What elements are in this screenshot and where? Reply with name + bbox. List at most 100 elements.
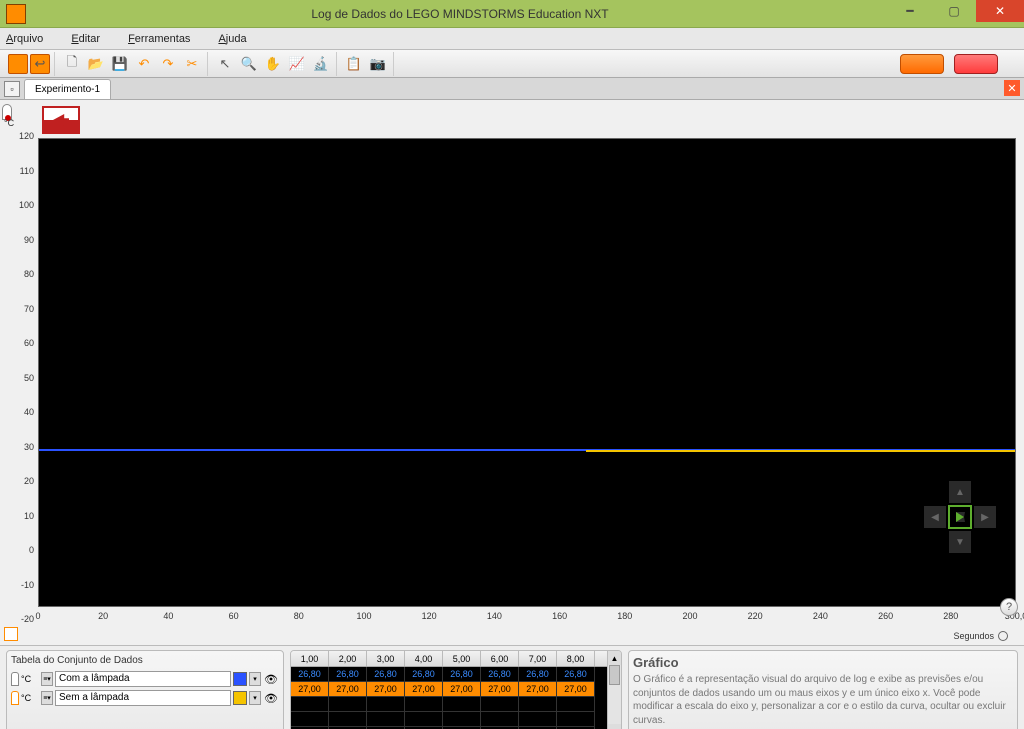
table-cell — [367, 697, 405, 712]
menu-bar: Arquivo Editar Ferramentas Ajuda — [0, 28, 1024, 50]
dataset-color-swatch[interactable] — [233, 672, 247, 686]
dataset-menu-icon[interactable]: ≡▾ — [41, 691, 53, 705]
dataset-visibility-icon[interactable]: 👁 — [263, 691, 279, 705]
table-cell — [443, 712, 481, 727]
table-cell: 27,00 — [557, 682, 595, 697]
chart-export-button[interactable] — [42, 106, 80, 134]
x-tick: 120 — [422, 611, 437, 621]
table-row: 26,8026,8026,8026,8026,8026,8026,8026,80 — [291, 667, 621, 682]
tab-strip: ▫ Experimento-1 ✕ — [0, 78, 1024, 100]
toolbar-collapse-icon[interactable] — [1004, 53, 1020, 75]
thermometer-icon — [11, 691, 19, 705]
lego-mode-button-2[interactable]: ↩ — [30, 54, 50, 74]
tab-experimento-1[interactable]: Experimento-1 — [24, 79, 111, 99]
table-header-cell: 6,00 — [481, 651, 519, 666]
table-row — [291, 712, 621, 727]
scroll-thumb[interactable] — [609, 665, 620, 685]
table-cell — [329, 697, 367, 712]
dataset-name[interactable]: Sem a lâmpada — [55, 690, 231, 706]
x-axis-ticks: 0204060801001201401601802002202402602803… — [38, 611, 1016, 625]
dataset-menu-icon[interactable]: ≡▾ — [41, 672, 53, 686]
table-cell: 26,80 — [367, 667, 405, 682]
menu-tools[interactable]: Ferramentas — [128, 33, 204, 45]
info-text: O Gráfico é a representação visual do ar… — [633, 673, 1013, 727]
scroll-up-icon[interactable]: ▲ — [608, 651, 621, 665]
dataset-visibility-icon[interactable]: 👁 — [263, 672, 279, 686]
clock-icon — [998, 631, 1008, 641]
lego-mode-button[interactable] — [8, 54, 28, 74]
plot-area[interactable]: ▲ ◀ ▶ ▼ — [38, 138, 1016, 607]
table-cell: 26,80 — [291, 667, 329, 682]
nav-down-button[interactable]: ▼ — [948, 530, 972, 554]
tab-menu-button[interactable]: ▫ — [4, 81, 20, 97]
open-file-icon[interactable]: 📂 — [85, 53, 107, 75]
save-file-icon[interactable]: 💾 — [109, 53, 131, 75]
y-tick: 120 — [6, 131, 34, 141]
table-cell — [557, 712, 595, 727]
tab-close-button[interactable]: ✕ — [1004, 80, 1020, 96]
table-cell: 27,00 — [329, 682, 367, 697]
dataset-unit: °C — [21, 693, 39, 703]
dataset-color-swatch[interactable] — [233, 691, 247, 705]
y-tick: 20 — [6, 476, 34, 486]
x-tick: 240 — [813, 611, 828, 621]
table-header-cell: 3,00 — [367, 651, 405, 666]
table-cell — [367, 712, 405, 727]
menu-edit[interactable]: Editar — [71, 33, 114, 45]
table-cell: 26,80 — [557, 667, 595, 682]
table-cell — [291, 697, 329, 712]
y-tick: 60 — [6, 338, 34, 348]
bottom-panels: Tabela do Conjunto de Dados °C≡▾Com a lâ… — [0, 645, 1024, 729]
y-tick: -10 — [6, 580, 34, 590]
dataset-unit: °C — [21, 674, 39, 684]
x-tick: 100 — [356, 611, 371, 621]
table-body: 26,8026,8026,8026,8026,8026,8026,8026,80… — [291, 667, 621, 729]
robot-button[interactable] — [954, 54, 998, 74]
nav-up-button[interactable]: ▲ — [948, 480, 972, 504]
y-tick: 70 — [6, 304, 34, 314]
menu-file[interactable]: Arquivo — [6, 33, 57, 45]
table-cell: 26,80 — [329, 667, 367, 682]
dataset-row: °C≡▾Sem a lâmpada ▾👁 — [11, 689, 279, 707]
table-header-cell: 8,00 — [557, 651, 595, 666]
close-button[interactable]: ✕ — [976, 0, 1024, 22]
redo-icon[interactable]: ↷ — [157, 53, 179, 75]
maximize-button[interactable]: ▢ — [932, 0, 976, 22]
table-cell — [443, 697, 481, 712]
new-file-icon[interactable]: 🗋 — [61, 53, 83, 75]
nav-play-button[interactable] — [948, 505, 972, 529]
scroll-down-icon[interactable]: ▼ — [608, 724, 621, 729]
nav-right-button[interactable]: ▶ — [973, 505, 997, 529]
y-tick: 0 — [6, 545, 34, 555]
table-cell: 27,00 — [367, 682, 405, 697]
table-cell: 26,80 — [443, 667, 481, 682]
cut-icon[interactable]: ✂ — [181, 53, 203, 75]
table-vscroll[interactable]: ▲ ▼ — [607, 651, 621, 729]
y-tick: 100 — [6, 200, 34, 210]
notes-icon[interactable]: 📋 — [343, 53, 365, 75]
dataset-style-icon[interactable]: ▾ — [249, 691, 261, 705]
microscope-icon[interactable]: 🔬 — [310, 53, 332, 75]
table-cell — [291, 712, 329, 727]
x-tick: 20 — [98, 611, 108, 621]
table-cell: 26,80 — [519, 667, 557, 682]
nxt-brick-button[interactable] — [900, 54, 944, 74]
plot-tool-icon[interactable]: 📈 — [286, 53, 308, 75]
undo-icon[interactable]: ↶ — [133, 53, 155, 75]
minimize-button[interactable]: ━ — [888, 0, 932, 22]
table-cell — [519, 712, 557, 727]
x-tick: 40 — [163, 611, 173, 621]
nav-left-button[interactable]: ◀ — [923, 505, 947, 529]
dataset-style-icon[interactable]: ▾ — [249, 672, 261, 686]
pan-hand-icon[interactable]: ✋ — [262, 53, 284, 75]
help-button[interactable]: ? — [1000, 598, 1018, 616]
menu-help[interactable]: Ajuda — [218, 33, 260, 45]
camera-icon[interactable]: 📷 — [367, 53, 389, 75]
pointer-icon[interactable]: ↖ — [214, 53, 236, 75]
window-title: Log de Dados do LEGO MINDSTORMS Educatio… — [32, 7, 888, 21]
dataset-name[interactable]: Com a lâmpada — [55, 671, 231, 687]
y-tick: 80 — [6, 269, 34, 279]
table-cell — [481, 697, 519, 712]
zoom-icon[interactable]: 🔍 — [238, 53, 260, 75]
axis-config-button[interactable] — [4, 627, 18, 641]
